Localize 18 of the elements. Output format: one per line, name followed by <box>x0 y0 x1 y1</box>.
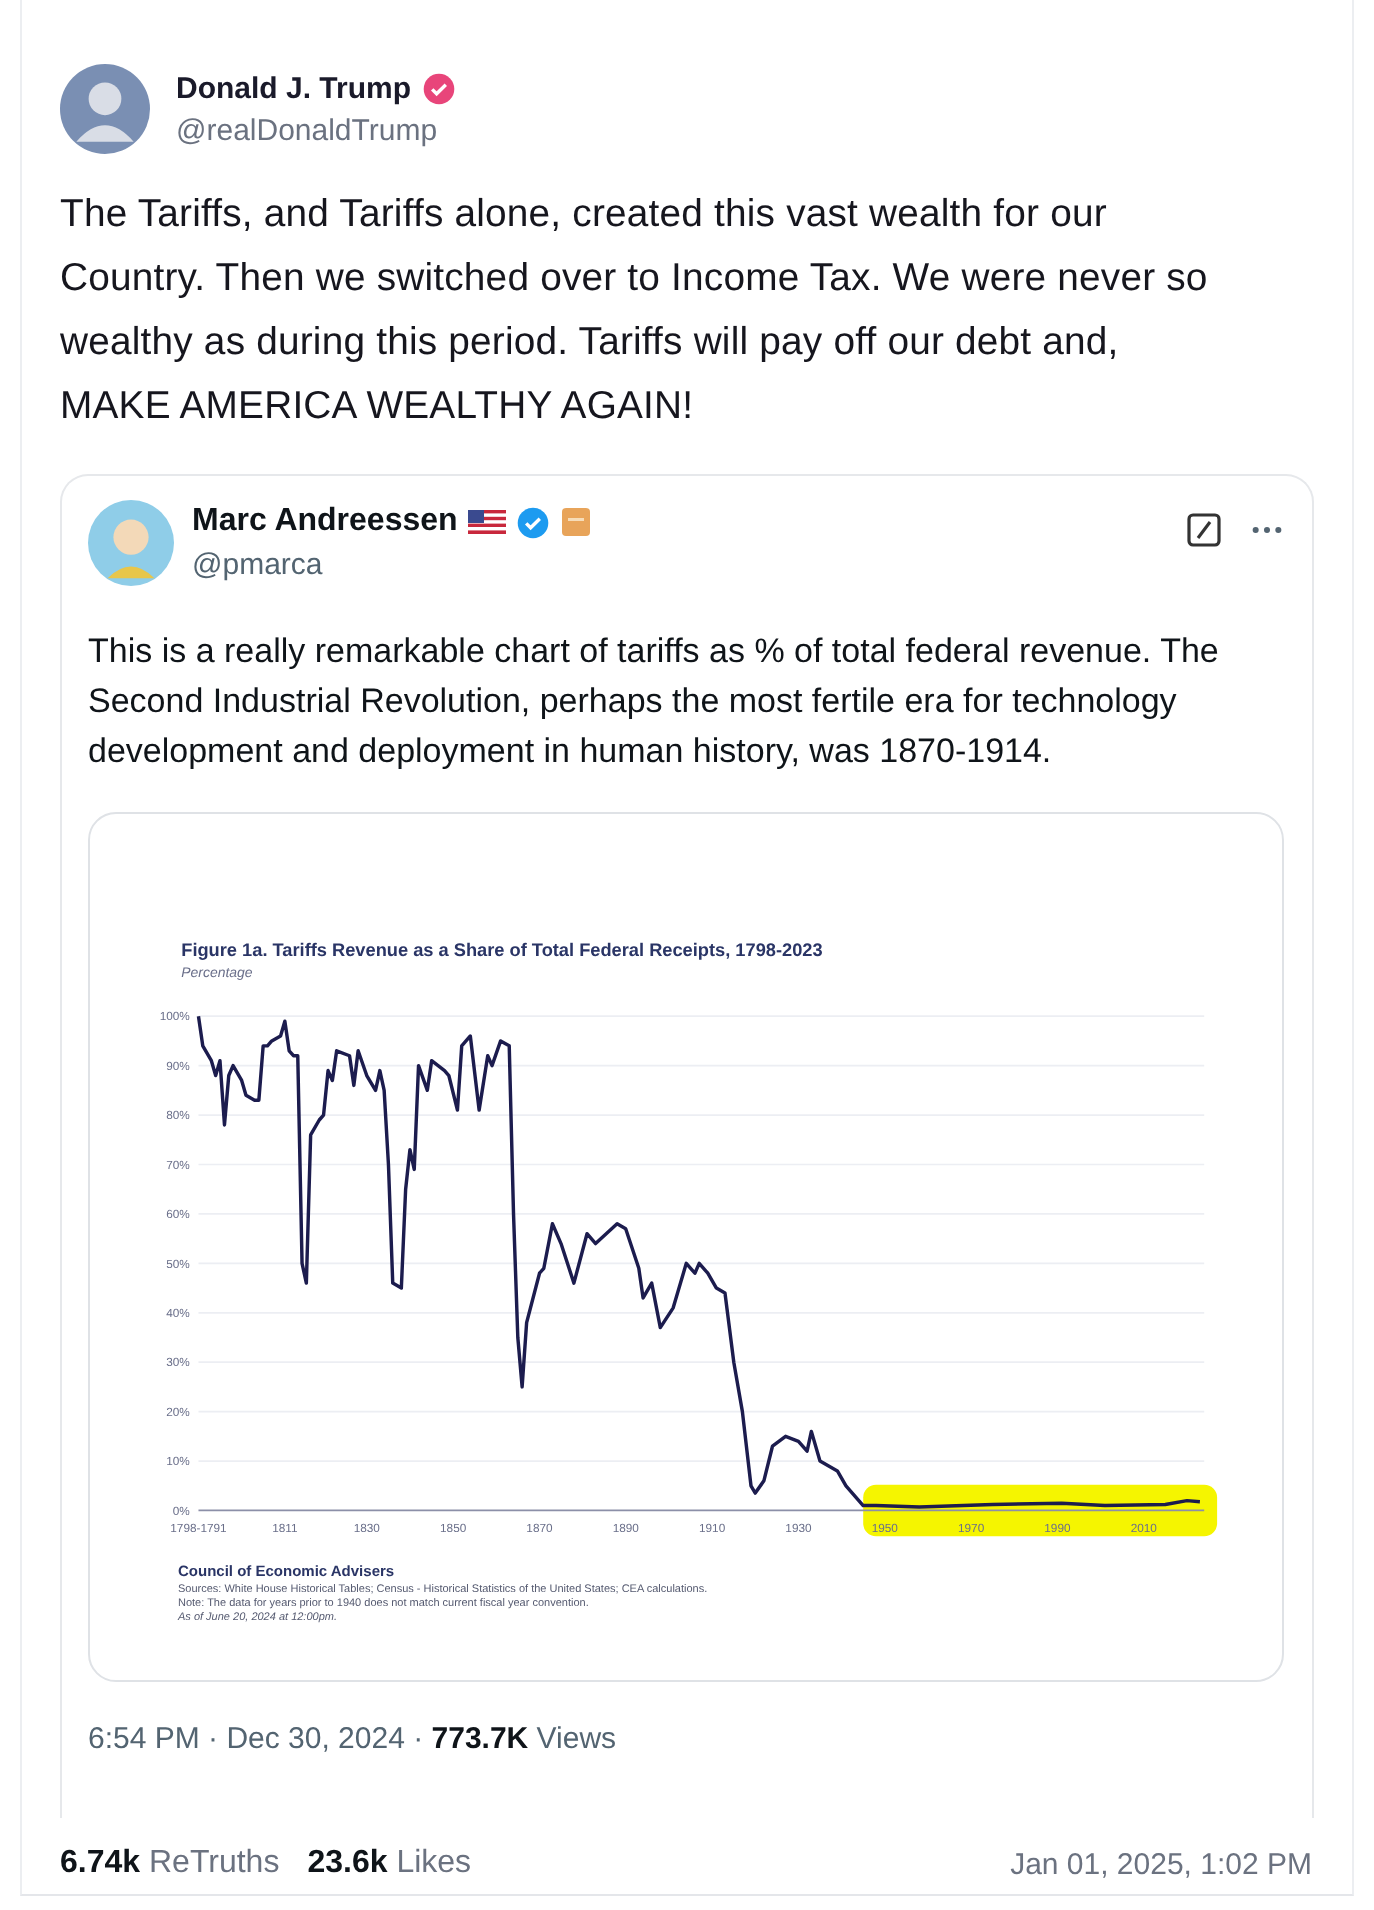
quote-timestamp: 6:54 PM · Dec 30, 2024 · 773.7K Views <box>88 1722 619 1756</box>
affiliate-badge-icon <box>559 506 592 538</box>
chart-image[interactable] <box>88 812 1284 1682</box>
flag-icon <box>467 510 506 534</box>
avatar[interactable] <box>60 64 150 154</box>
author-handle[interactable]: @pmarca <box>192 548 592 582</box>
avatar[interactable] <box>88 500 174 586</box>
quote-text: This is a really remarkable chart of tariffs as % of total federal revenue. The Second Industrial Revolution, perhaps the most fertile era for technology development and deployment in human history, was 1870-1914. <box>88 630 1221 774</box>
chart-title: Figure 1a. Tariffs Revenue as a Share of Total Federal Receipts, 1798-2023 <box>181 940 823 961</box>
post-text: The Tariffs, and Tariffs alone, created this vast wealth for our Country. Then we switched over to Income Tax. We were never so wealthy as during this period. Tariffs will pay off our debt and, MAKE AMERICA WEALTHY AGAIN! <box>60 190 1210 432</box>
post-date: Jan 01, 2025, 1:02 PM <box>1010 1847 1312 1881</box>
stat-count[interactable]: 23.6k Likes <box>307 1846 472 1882</box>
author-handle[interactable]: @realDonaldTrump <box>176 113 456 147</box>
slash-square-icon[interactable] <box>1186 512 1222 548</box>
author-name[interactable]: Donald J. Trump <box>176 71 412 105</box>
more-icon[interactable] <box>1250 524 1284 536</box>
author-name[interactable]: Marc Andreessen <box>192 504 458 540</box>
stat-count[interactable]: 6.74k ReTruths <box>60 1846 280 1882</box>
